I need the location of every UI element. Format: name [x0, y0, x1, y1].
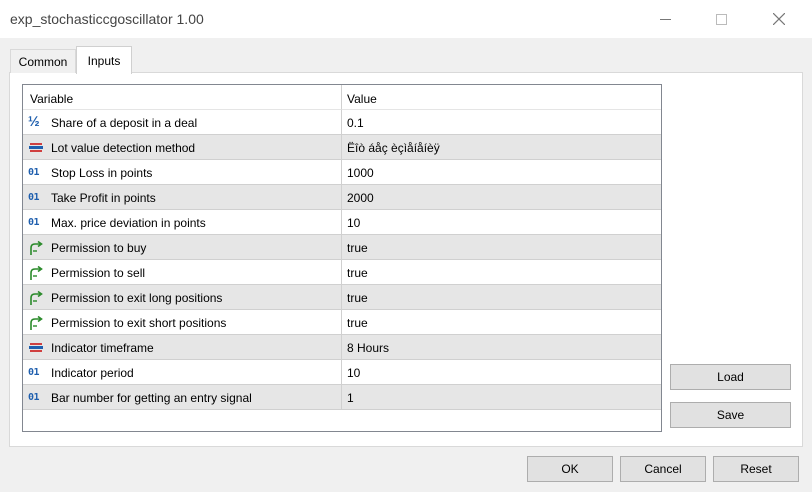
table-row[interactable]: Lot value detection method Ëîò áåç èçìåíå…	[23, 135, 661, 160]
value-cell[interactable]: true	[342, 260, 661, 285]
value-text: 0.1	[347, 116, 364, 130]
table-row[interactable]: Permission to exit long positions true	[23, 285, 661, 310]
table-row[interactable]: Indicator timeframe 8 Hours	[23, 335, 661, 360]
value-cell[interactable]: 0.1	[342, 110, 661, 135]
fraction-icon: ½	[28, 113, 40, 129]
table-row[interactable]: 01 Max. price deviation in points 10	[23, 210, 661, 235]
value-cell[interactable]: 1	[342, 385, 661, 410]
tab-common[interactable]: Common	[10, 49, 76, 73]
variable-cell: 01 Max. price deviation in points	[23, 210, 342, 235]
value-text: 8 Hours	[347, 341, 390, 355]
variable-cell: Lot value detection method	[23, 135, 342, 160]
variable-label: Max. price deviation in points	[51, 216, 206, 230]
value-cell[interactable]: 1000	[342, 160, 661, 185]
minimize-icon	[659, 18, 671, 20]
variable-column-header[interactable]: Variable	[23, 85, 342, 110]
value-cell[interactable]: 10	[342, 210, 661, 235]
value-text: true	[347, 241, 368, 255]
variable-label: Permission to exit short positions	[51, 316, 227, 330]
variable-cell: 01 Bar number for getting an entry signal	[23, 385, 342, 410]
close-icon	[773, 13, 785, 25]
maximize-button[interactable]	[698, 0, 744, 38]
window-title: exp_stochasticcgoscillator 1.00	[10, 11, 204, 27]
table-row[interactable]: Permission to exit short positions true	[23, 310, 661, 335]
enum-icon	[28, 140, 44, 156]
variable-cell: Permission to sell	[23, 260, 342, 285]
title-bar: exp_stochasticcgoscillator 1.00	[0, 0, 812, 38]
integer-icon: 01	[28, 367, 40, 378]
table-row[interactable]: ½ Share of a deposit in a deal 0.1	[23, 110, 661, 135]
boolean-icon	[28, 240, 44, 256]
variable-cell: Permission to exit long positions	[23, 285, 342, 310]
table-row[interactable]: Permission to buy true	[23, 235, 661, 260]
boolean-icon	[28, 265, 44, 281]
table-row[interactable]: 01 Take Profit in points 2000	[23, 185, 661, 210]
integer-icon: 01	[28, 167, 40, 178]
value-text: 1	[347, 391, 354, 405]
value-text: Ëîò áåç èçìåíåíèÿ	[347, 141, 440, 155]
variable-label: Share of a deposit in a deal	[51, 116, 198, 130]
variable-cell: Permission to exit short positions	[23, 310, 342, 335]
cancel-button[interactable]: Cancel	[620, 456, 706, 482]
value-text: true	[347, 291, 368, 305]
value-cell[interactable]: true	[342, 235, 661, 260]
close-button[interactable]	[756, 0, 802, 38]
variable-label: Lot value detection method	[51, 141, 196, 155]
variable-label: Take Profit in points	[51, 191, 156, 205]
table-row[interactable]: 01 Stop Loss in points 1000	[23, 160, 661, 185]
enum-icon	[28, 340, 44, 356]
variable-label: Stop Loss in points	[51, 166, 153, 180]
variable-label: Indicator timeframe	[51, 341, 154, 355]
tab-inputs[interactable]: Inputs	[76, 46, 132, 74]
value-text: true	[347, 316, 368, 330]
variable-cell: 01 Take Profit in points	[23, 185, 342, 210]
boolean-icon	[28, 315, 44, 331]
variable-label: Permission to exit long positions	[51, 291, 223, 305]
variable-cell: Permission to buy	[23, 235, 342, 260]
value-cell[interactable]: true	[342, 310, 661, 335]
table-row[interactable]: Permission to sell true	[23, 260, 661, 285]
table-row[interactable]: 01 Indicator period 10	[23, 360, 661, 385]
table-row[interactable]: 01 Bar number for getting an entry signal…	[23, 385, 661, 410]
value-cell[interactable]: 2000	[342, 185, 661, 210]
value-text: 2000	[347, 191, 374, 205]
minimize-button[interactable]	[642, 0, 688, 38]
boolean-icon	[28, 290, 44, 306]
variable-cell: 01 Indicator period	[23, 360, 342, 385]
value-text: 1000	[347, 166, 374, 180]
variable-cell: 01 Stop Loss in points	[23, 160, 342, 185]
variable-label: Permission to sell	[51, 266, 146, 280]
variable-label: Bar number for getting an entry signal	[51, 391, 252, 405]
variable-cell: Indicator timeframe	[23, 335, 342, 360]
integer-icon: 01	[28, 192, 40, 203]
maximize-icon	[715, 13, 727, 25]
load-button[interactable]: Load	[670, 364, 791, 390]
value-text: 10	[347, 366, 361, 380]
value-cell[interactable]: 8 Hours	[342, 335, 661, 360]
variable-label: Permission to buy	[51, 241, 147, 255]
value-text: 10	[347, 216, 361, 230]
value-header-label: Value	[347, 92, 377, 106]
reset-button[interactable]: Reset	[713, 456, 799, 482]
variable-cell: ½ Share of a deposit in a deal	[23, 110, 342, 135]
value-cell[interactable]: true	[342, 285, 661, 310]
grid-header: Variable Value	[23, 85, 661, 110]
value-cell[interactable]: Ëîò áåç èçìåíåíèÿ	[342, 135, 661, 160]
inputs-grid: Variable Value ½ Share of a deposit in a …	[22, 84, 662, 432]
integer-icon: 01	[28, 217, 40, 228]
ok-button[interactable]: OK	[527, 456, 613, 482]
value-text: true	[347, 266, 368, 280]
save-button[interactable]: Save	[670, 402, 791, 428]
value-cell[interactable]: 10	[342, 360, 661, 385]
variable-label: Indicator period	[51, 366, 134, 380]
variable-header-label: Variable	[30, 92, 74, 106]
value-column-header[interactable]: Value	[342, 85, 661, 110]
integer-icon: 01	[28, 392, 40, 403]
